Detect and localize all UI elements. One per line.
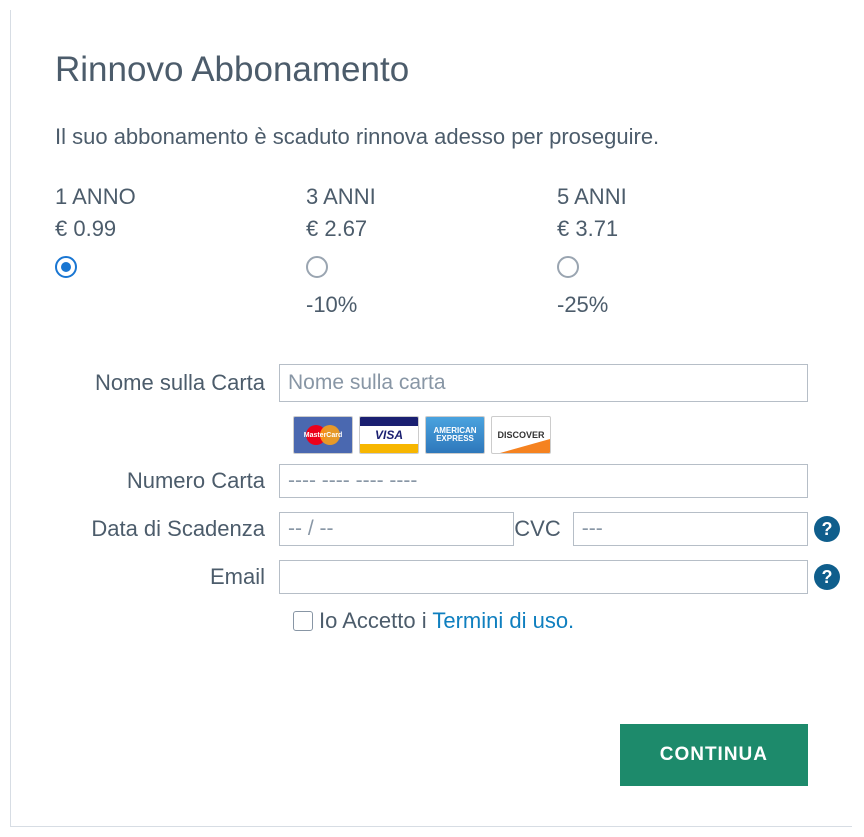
- plan-price: € 3.71: [557, 216, 808, 242]
- mastercard-icon: MasterCard: [293, 416, 353, 454]
- amex-icon: AMERICANEXPRESS: [425, 416, 485, 454]
- discover-icon: DISCOVER: [491, 416, 551, 454]
- plan-label: 5 ANNI: [557, 184, 808, 210]
- plan-1-anno[interactable]: 1 ANNO € 0.99: [55, 184, 306, 318]
- page-subtitle: Il suo abbonamento è scaduto rinnova ade…: [55, 124, 808, 150]
- plan-radio[interactable]: [306, 256, 328, 278]
- plan-label: 3 ANNI: [306, 184, 557, 210]
- cardname-input[interactable]: [279, 364, 808, 402]
- plan-5-anni[interactable]: 5 ANNI € 3.71 -25%: [557, 184, 808, 318]
- terms-row: Io Accetto i Termini di uso.: [293, 608, 808, 634]
- plan-label: 1 ANNO: [55, 184, 306, 210]
- cvc-input[interactable]: [573, 512, 808, 546]
- plan-price: € 0.99: [55, 216, 306, 242]
- expiry-input[interactable]: [279, 512, 514, 546]
- plan-radio[interactable]: [557, 256, 579, 278]
- email-input[interactable]: [279, 560, 808, 594]
- cardnum-label: Numero Carta: [55, 468, 279, 494]
- cvc-help-icon[interactable]: ?: [814, 516, 840, 542]
- renewal-form: Rinnovo Abbonamento Il suo abbonamento è…: [10, 10, 852, 827]
- expiry-label: Data di Scadenza: [55, 516, 279, 542]
- plan-3-anni[interactable]: 3 ANNI € 2.67 -10%: [306, 184, 557, 318]
- plan-price: € 2.67: [306, 216, 557, 242]
- cardname-label: Nome sulla Carta: [55, 370, 279, 396]
- page-title: Rinnovo Abbonamento: [55, 50, 808, 90]
- terms-checkbox[interactable]: [293, 611, 313, 631]
- cardnum-input[interactable]: [279, 464, 808, 498]
- plan-radio[interactable]: [55, 256, 77, 278]
- card-brand-logos: MasterCard VISA AMERICANEXPRESS DISCOVER: [293, 416, 808, 454]
- visa-icon: VISA: [359, 416, 419, 454]
- plan-options: 1 ANNO € 0.99 3 ANNI € 2.67 -10% 5 ANNI …: [55, 184, 808, 318]
- email-help-icon[interactable]: ?: [814, 564, 840, 590]
- cvc-label: CVC: [514, 516, 560, 542]
- email-label: Email: [55, 564, 279, 590]
- terms-link[interactable]: Termini di uso.: [432, 608, 574, 633]
- terms-accept-text: Io Accetto i: [319, 608, 432, 633]
- continue-button[interactable]: CONTINUA: [620, 724, 808, 786]
- plan-discount: -10%: [306, 292, 557, 318]
- plan-discount: -25%: [557, 292, 808, 318]
